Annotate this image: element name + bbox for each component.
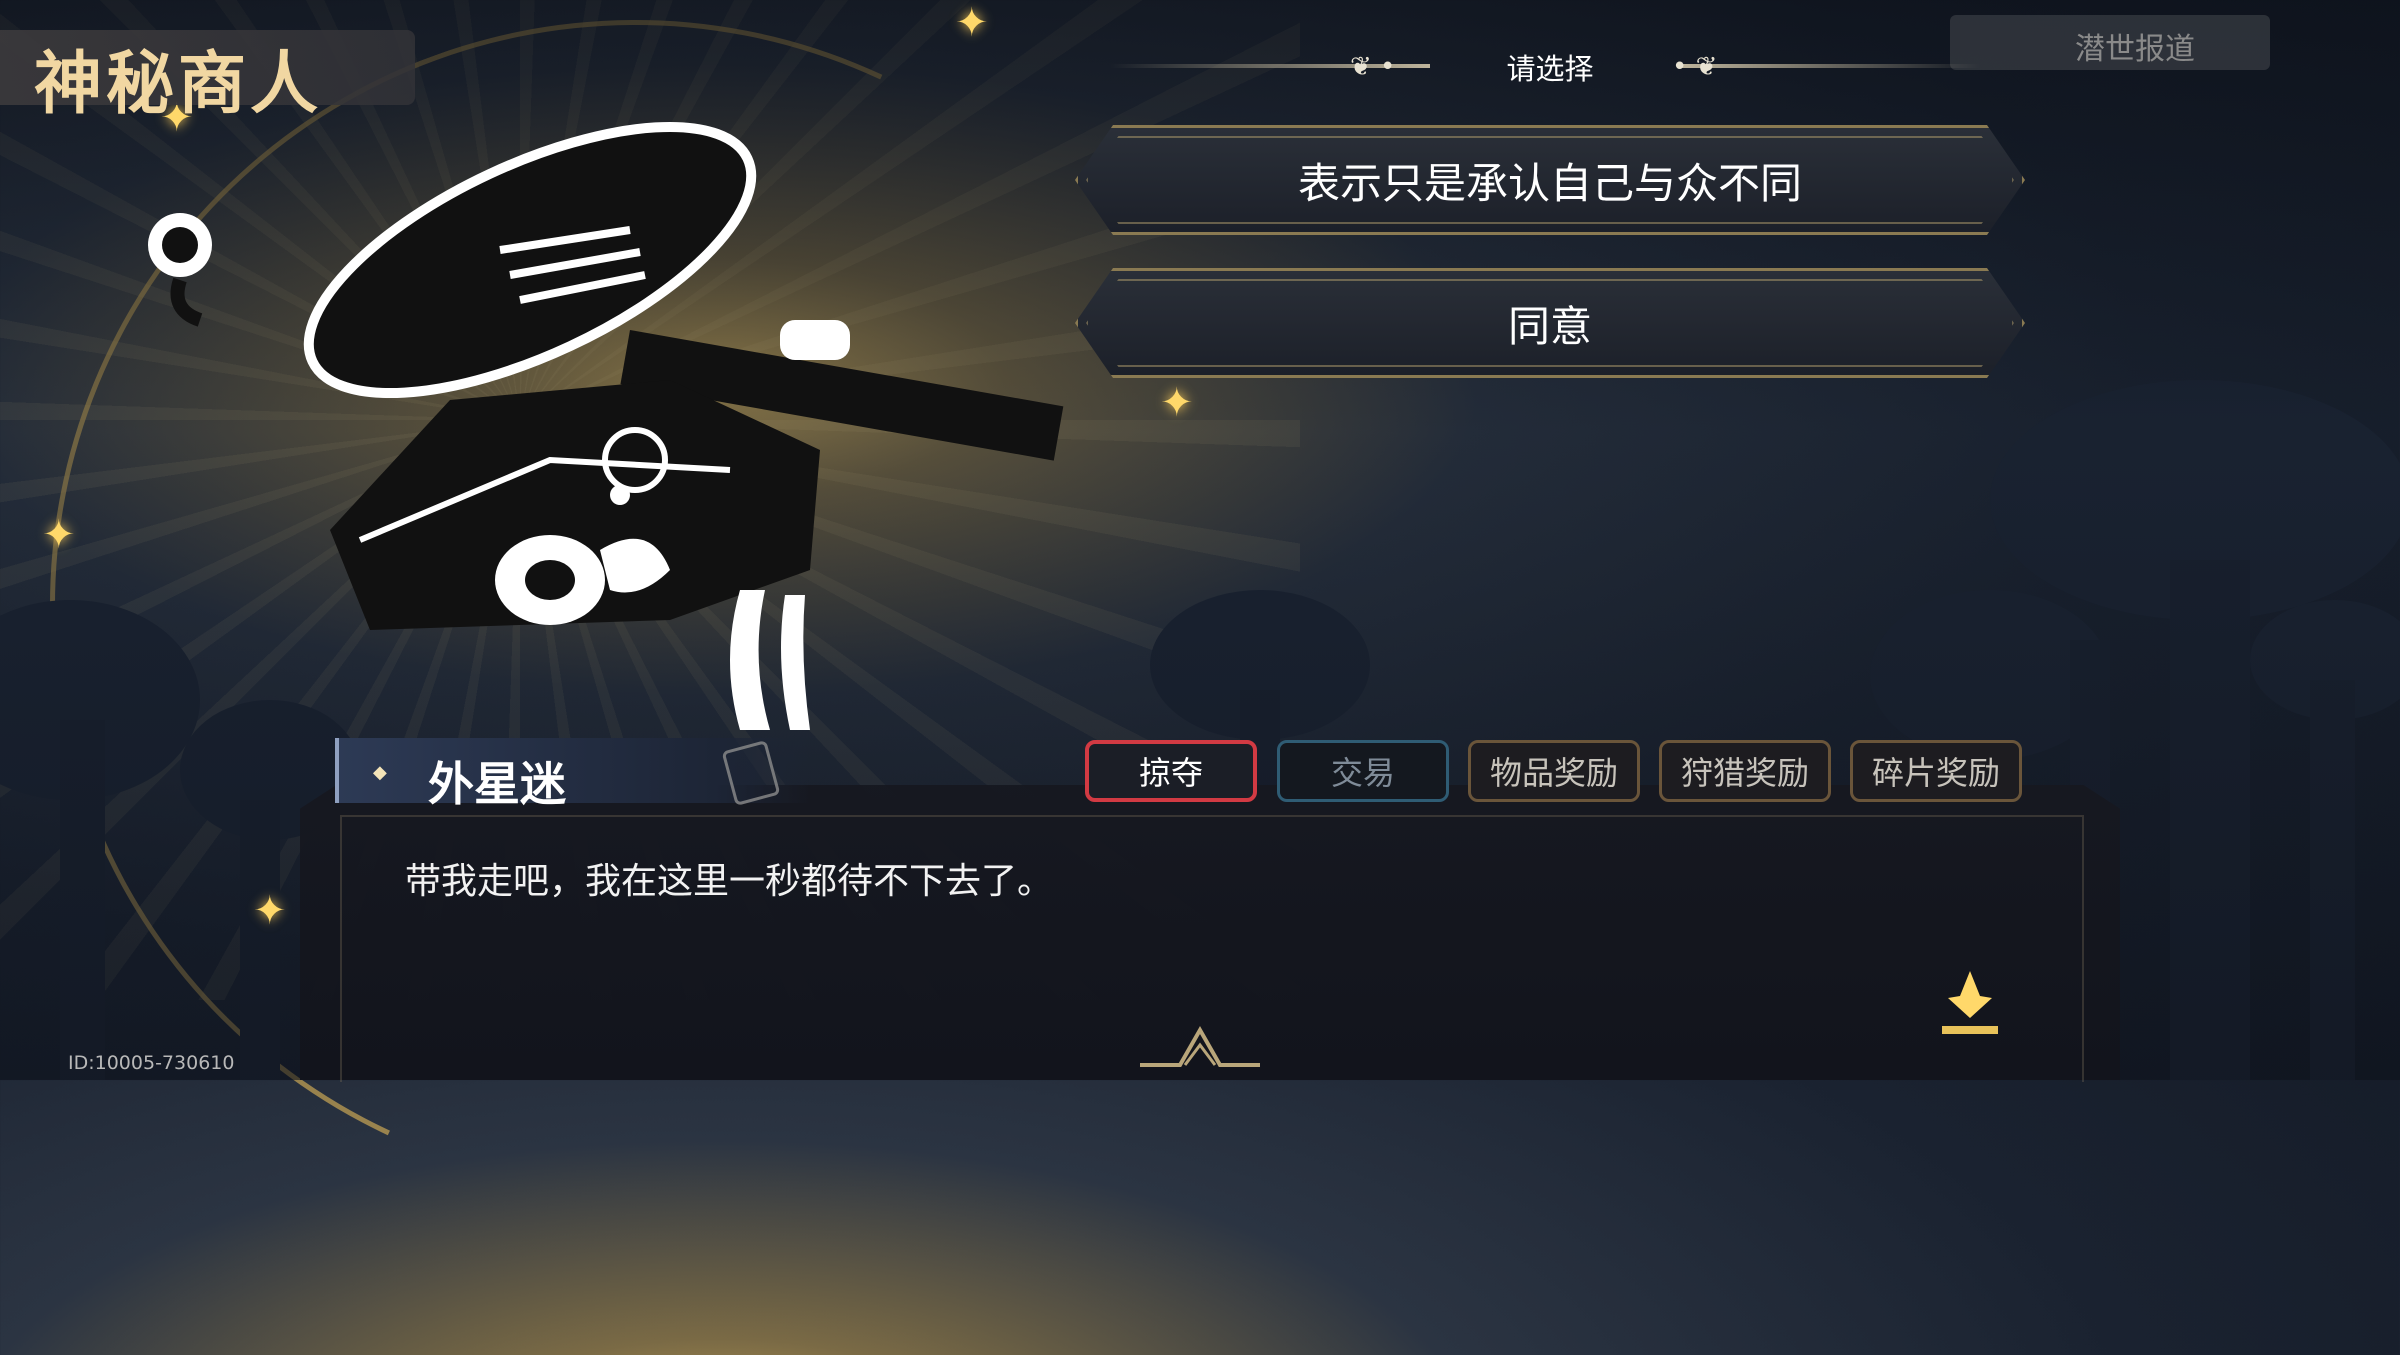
merchant-silhouette (303, 121, 1064, 730)
diamond-icon: ◆ (373, 762, 387, 783)
event-title: 神秘商人 (34, 44, 323, 124)
top-right-button-label: 潜世报道 (2075, 32, 2195, 67)
tab-label: 狩猎奖励 (1680, 754, 1809, 792)
tab-item-reward[interactable]: 物品奖励 (1468, 740, 1640, 802)
tab-fragment-reward[interactable]: 碎片奖励 (1850, 740, 2022, 802)
ornament-icon: ❦ • (1350, 52, 1396, 82)
tab-hunt-reward[interactable]: 狩猎奖励 (1659, 740, 1831, 802)
tab-label: 碎片奖励 (1871, 754, 2000, 792)
spiral-ornament-icon (148, 213, 212, 327)
sparkle-icon: ✦ (1160, 380, 1194, 426)
prompt-divider-right (1680, 64, 1980, 68)
dialog-text: 带我走吧，我在这里一秒都待不下去了。 (405, 861, 1054, 902)
choice-button-1[interactable]: 表示只是承认自己与众不同 (1075, 125, 2025, 235)
speaker-name: 外星迷 (428, 757, 566, 811)
bottom-ornament-icon (1140, 1025, 1260, 1067)
choice-label: 同意 (1507, 301, 1592, 351)
sparkle-icon: ✦ (253, 888, 287, 934)
tab-label: 掠夺 (1138, 754, 1203, 792)
sparkle-icon: ✦ (42, 512, 76, 558)
tab-label: 交易 (1330, 754, 1395, 792)
ornament-icon: • ❦ (1672, 52, 1718, 82)
session-id: ID:10005-730610 (68, 1052, 235, 1074)
sparkle-icon: ✦ (955, 0, 989, 46)
choice-label: 表示只是承认自己与众不同 (1297, 158, 1802, 208)
continue-arrow-icon[interactable] (1940, 966, 2000, 1036)
tab-trade[interactable]: 交易 (1277, 740, 1449, 802)
tab-label: 物品奖励 (1489, 754, 1618, 792)
choice-button-2[interactable]: 同意 (1075, 268, 2025, 378)
tab-plunder[interactable]: 掠夺 (1085, 740, 1257, 802)
choice-prompt: 请选择 (1506, 52, 1594, 86)
